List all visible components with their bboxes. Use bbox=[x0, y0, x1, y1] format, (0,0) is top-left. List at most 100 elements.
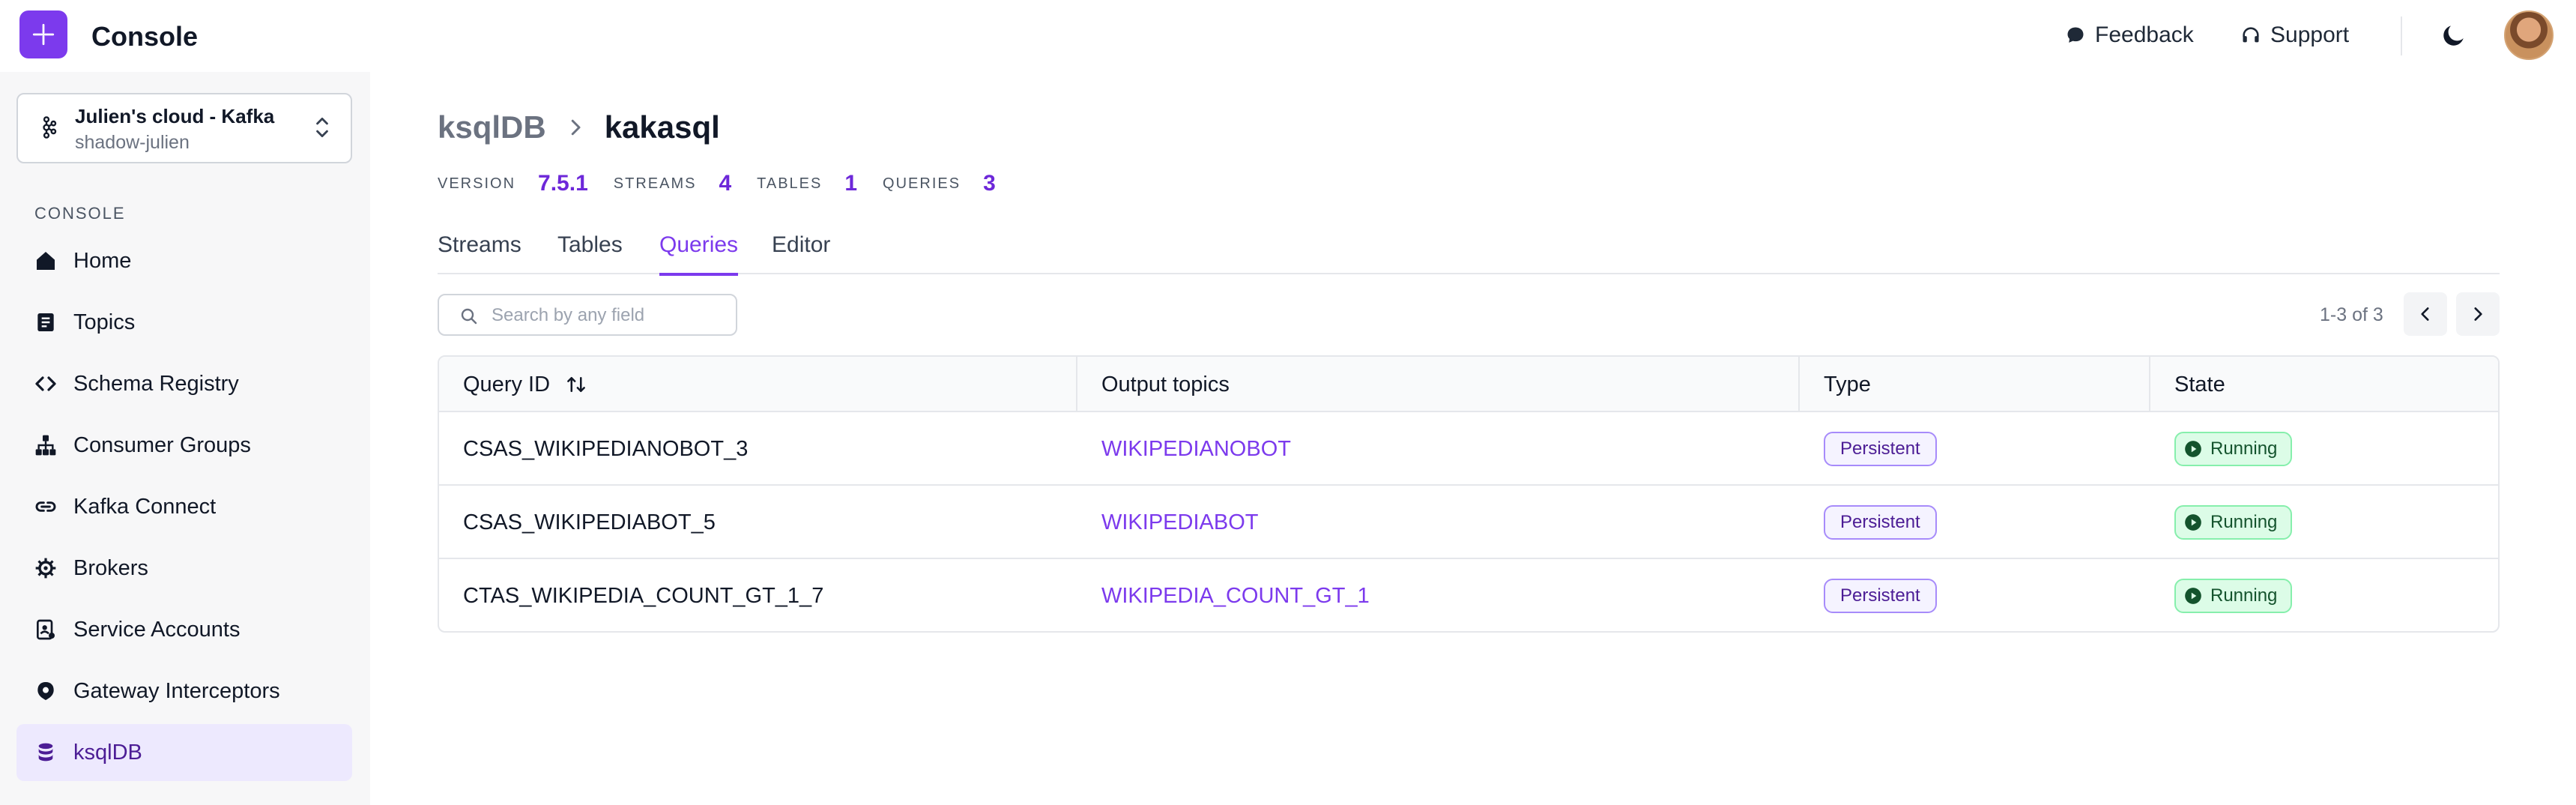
header-divider bbox=[2401, 16, 2402, 55]
sidebar-item-service-accounts[interactable]: Service Accounts bbox=[16, 601, 352, 658]
sidebar-item-topics[interactable]: Topics bbox=[16, 294, 352, 351]
support-link[interactable]: Support bbox=[2240, 22, 2349, 48]
tables-value: 1 bbox=[844, 171, 858, 196]
column-header-state: State bbox=[2174, 372, 2225, 397]
column-header-query-id[interactable]: Query ID bbox=[439, 357, 587, 412]
cluster-name: Julien's cloud - Kafka bbox=[75, 105, 275, 127]
cluster-selector[interactable]: Julien's cloud - Kafka shadow-julien bbox=[16, 93, 352, 163]
column-header-label: Query ID bbox=[463, 372, 551, 397]
chevron-right-icon bbox=[571, 119, 581, 136]
sidebar-item-consumer-groups[interactable]: Consumer Groups bbox=[16, 417, 352, 474]
pagination-text: 1-3 of 3 bbox=[2320, 304, 2383, 325]
search-icon bbox=[461, 308, 477, 325]
sidebar-item-brokers[interactable]: Brokers bbox=[16, 540, 352, 597]
output-topic-link[interactable]: WIKIPEDIABOT bbox=[1077, 486, 1258, 559]
play-circle-icon bbox=[2185, 441, 2201, 457]
tables-label: TABLES bbox=[757, 175, 823, 192]
sidebar-item-label: Brokers bbox=[73, 555, 148, 580]
sidebar-item-schema-registry[interactable]: Schema Registry bbox=[16, 355, 352, 412]
page-title: kakasql bbox=[604, 109, 720, 145]
table-row[interactable]: CSAS_WIKIPEDIABOT_5 WIKIPEDIABOT Persist… bbox=[439, 486, 2498, 559]
query-id-cell: CSAS_WIKIPEDIABOT_5 bbox=[463, 510, 716, 534]
sidebar-item-ksqldb[interactable]: ksqlDB bbox=[16, 724, 352, 781]
type-cell: Persistent bbox=[1800, 559, 1937, 631]
chevron-right-icon bbox=[2474, 307, 2482, 321]
avatar[interactable] bbox=[2504, 10, 2554, 60]
top-header: Console Feedback Support bbox=[0, 0, 2576, 72]
queries-label: QUERIES bbox=[883, 175, 961, 192]
queries-value: 3 bbox=[983, 171, 996, 196]
sidebar-item-label: Gateway Interceptors bbox=[73, 678, 280, 703]
support-label: Support bbox=[2270, 22, 2350, 47]
moon-icon[interactable] bbox=[2440, 21, 2468, 49]
search-box bbox=[438, 294, 737, 336]
tab-streams[interactable]: Streams bbox=[438, 232, 521, 274]
sidebar-item-label: Consumer Groups bbox=[73, 432, 251, 457]
sidebar-item-gateway-interceptors[interactable]: Gateway Interceptors bbox=[16, 663, 352, 720]
type-cell: Persistent bbox=[1800, 412, 1937, 486]
type-badge: Persistent bbox=[1824, 432, 1937, 466]
feedback-label: Feedback bbox=[2095, 22, 2194, 47]
sidebar-item-label: Schema Registry bbox=[73, 371, 239, 396]
status-label: Running bbox=[2210, 512, 2278, 532]
badge-icon bbox=[33, 617, 58, 642]
sidebar-item-label: Home bbox=[73, 248, 132, 273]
version-label: VERSION bbox=[438, 175, 516, 192]
tab-queries[interactable]: Queries bbox=[659, 232, 739, 276]
kafka-icon bbox=[43, 116, 57, 139]
breadcrumb: ksqlDB kakasql bbox=[438, 109, 720, 145]
chevron-left-icon bbox=[2421, 307, 2429, 321]
previous-page-button[interactable] bbox=[2404, 292, 2447, 336]
state-cell: Running bbox=[2150, 559, 2293, 631]
cluster-subtitle: shadow-julien bbox=[75, 132, 190, 153]
next-page-button[interactable] bbox=[2456, 292, 2500, 336]
sidebar-section-label: CONSOLE bbox=[34, 204, 126, 223]
search-input[interactable] bbox=[492, 303, 724, 328]
sidebar-item-label: Topics bbox=[73, 310, 136, 334]
tab-editor[interactable]: Editor bbox=[772, 232, 830, 274]
status-badge: Running bbox=[2174, 579, 2293, 613]
sidebar-item-label: ksqlDB bbox=[73, 740, 142, 765]
breadcrumb-parent-link[interactable]: ksqlDB bbox=[438, 109, 546, 145]
headset-icon bbox=[2243, 27, 2259, 43]
streams-label: STREAMS bbox=[613, 175, 697, 192]
sidebar-item-home[interactable]: Home bbox=[16, 232, 352, 289]
streams-value: 4 bbox=[719, 171, 732, 196]
play-circle-icon bbox=[2185, 514, 2201, 531]
state-cell: Running bbox=[2150, 412, 2293, 486]
output-topic-link[interactable]: WIKIPEDIANOBOT bbox=[1077, 412, 1291, 486]
output-topic-link[interactable]: WIKIPEDIA_COUNT_GT_1 bbox=[1077, 559, 1370, 631]
sidebar-item-label: Service Accounts bbox=[73, 617, 241, 642]
tab-bar: Streams Tables Queries Editor bbox=[438, 229, 2500, 276]
hierarchy-icon bbox=[33, 432, 58, 458]
query-id-cell: CTAS_WIKIPEDIA_COUNT_GT_1_7 bbox=[463, 583, 824, 608]
status-label: Running bbox=[2210, 585, 2278, 606]
sidebar-item-kafka-connect[interactable]: Kafka Connect bbox=[16, 478, 352, 535]
table-row[interactable]: CTAS_WIKIPEDIA_COUNT_GT_1_7 WIKIPEDIA_CO… bbox=[439, 559, 2498, 631]
status-badge: Running bbox=[2174, 432, 2293, 466]
version-value: 7.5.1 bbox=[538, 171, 588, 196]
code-icon bbox=[33, 371, 58, 397]
cog-icon bbox=[33, 555, 58, 581]
status-badge: Running bbox=[2174, 505, 2293, 540]
sidebar-item-label: Kafka Connect bbox=[73, 494, 217, 519]
tab-tables[interactable]: Tables bbox=[557, 232, 623, 274]
queries-table: Query ID Output topics Type State CSAS_W… bbox=[438, 355, 2500, 633]
chevron-up-down-icon bbox=[316, 118, 328, 137]
type-badge: Persistent bbox=[1824, 579, 1937, 613]
column-header-output-topics: Output topics bbox=[1101, 372, 1230, 397]
database-icon bbox=[33, 740, 58, 765]
chat-bubble-icon bbox=[2067, 27, 2084, 43]
play-circle-icon bbox=[2185, 588, 2201, 604]
shield-icon bbox=[33, 678, 58, 704]
ksqldb-stats: VERSION 7.5.1 STREAMS 4 TABLES 1 QUERIES… bbox=[438, 171, 1021, 196]
feedback-link[interactable]: Feedback bbox=[2065, 22, 2194, 48]
app-title: Console bbox=[91, 21, 199, 52]
home-icon bbox=[33, 248, 58, 274]
type-badge: Persistent bbox=[1824, 505, 1937, 540]
link-icon bbox=[33, 494, 58, 519]
sort-icon[interactable] bbox=[565, 373, 587, 396]
console-logo-icon[interactable] bbox=[19, 10, 67, 58]
table-row[interactable]: CSAS_WIKIPEDIANOBOT_3 WIKIPEDIANOBOT Per… bbox=[439, 412, 2498, 486]
topics-icon bbox=[33, 310, 58, 335]
